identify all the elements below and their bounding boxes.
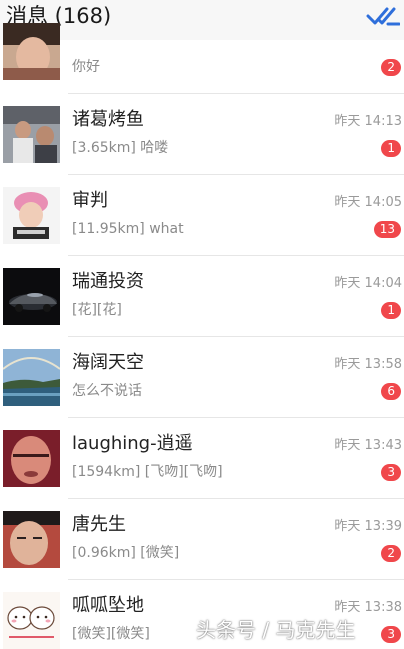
- contact-name: 诸葛烤鱼: [72, 109, 144, 130]
- unread-badge: 1: [381, 302, 401, 319]
- avatar: [3, 349, 60, 406]
- contact-name: 唐先生: [72, 514, 126, 535]
- conversation-row[interactable]: 海阔天空 昨天 13:58 怎么不说话 6: [0, 337, 404, 418]
- message-preview: [花][花]: [72, 302, 122, 318]
- message-preview: [1594km] [飞吻][飞吻]: [72, 464, 223, 480]
- watermark: 头条号 / 马克先生: [196, 618, 356, 642]
- avatar: [3, 106, 60, 163]
- message-time: 昨天 13:58: [334, 357, 402, 372]
- message-preview: [3.65km] 哈喽: [72, 140, 169, 156]
- unread-badge: 3: [381, 464, 401, 481]
- message-preview: [11.95km] what: [72, 221, 184, 237]
- conversation-row[interactable]: 唐先生 昨天 13:39 [0.96km] [微笑] 2: [0, 499, 404, 580]
- message-time: 昨天 13:43: [334, 438, 402, 453]
- double-check-icon[interactable]: [366, 4, 401, 28]
- contact-name: 瑞通投资: [72, 271, 144, 292]
- unread-badge: 3: [381, 626, 401, 643]
- app-header: 消息 (168): [0, 0, 404, 40]
- contact-name: laughing-逍遥: [72, 433, 193, 454]
- contact-name: 呱呱坠地: [72, 595, 144, 616]
- unread-badge: 1: [381, 140, 401, 157]
- avatar: [3, 592, 60, 649]
- unread-badge: 2: [381, 545, 401, 562]
- message-time: 昨天 14:13: [334, 114, 402, 129]
- contact-name: 海阔天空: [72, 352, 144, 373]
- message-preview: 怎么不说话: [72, 383, 142, 399]
- message-preview: 你好: [72, 59, 100, 75]
- message-time: 昨天 14:05: [334, 195, 402, 210]
- unread-badge: 13: [373, 221, 401, 238]
- message-preview: [0.96km] [微笑]: [72, 545, 180, 561]
- unread-badge: 2: [381, 59, 401, 76]
- conversation-row[interactable]: 瑞通投资 昨天 14:04 [花][花] 1: [0, 256, 404, 337]
- conversation-row[interactable]: 诸葛烤鱼 昨天 14:13 [3.65km] 哈喽 1: [0, 94, 404, 175]
- contact-name: 审判: [72, 190, 108, 211]
- avatar: [3, 23, 60, 80]
- avatar: [3, 268, 60, 325]
- conversation-row[interactable]: 你好 2: [0, 23, 404, 94]
- avatar: [3, 430, 60, 487]
- message-time: 昨天 13:39: [334, 519, 402, 534]
- conversation-row[interactable]: 审判 昨天 14:05 [11.95km] what 13: [0, 175, 404, 256]
- message-preview: [微笑][微笑]: [72, 626, 150, 642]
- message-time: 昨天 14:04: [334, 276, 402, 291]
- avatar: [3, 187, 60, 244]
- conversation-row[interactable]: laughing-逍遥 昨天 13:43 [1594km] [飞吻][飞吻] 3: [0, 418, 404, 499]
- avatar: [3, 511, 60, 568]
- unread-badge: 6: [381, 383, 401, 400]
